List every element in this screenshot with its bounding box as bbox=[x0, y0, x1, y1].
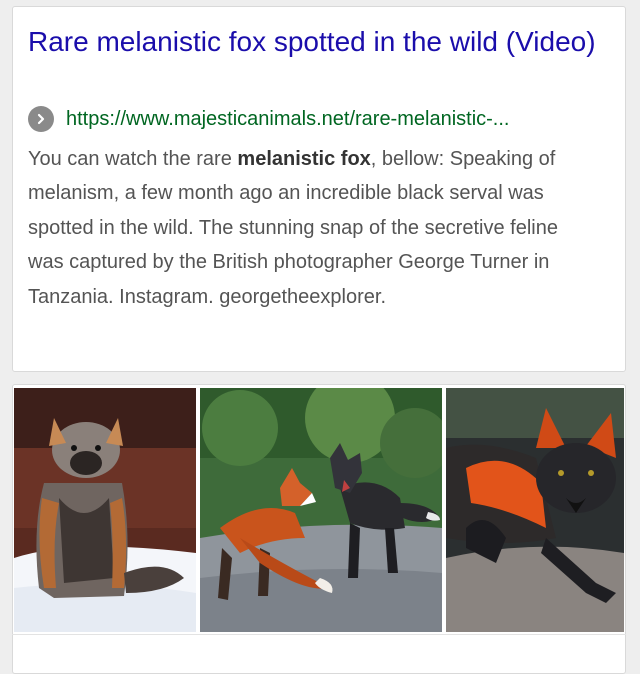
snippet-bold-term: melanistic fox bbox=[237, 148, 371, 170]
red-and-black-foxes-image[interactable] bbox=[200, 388, 442, 632]
chevron-right-icon[interactable] bbox=[28, 106, 54, 132]
result-url-row[interactable]: https://www.majesticanimals.net/rare-mel… bbox=[28, 106, 509, 132]
fox-in-snow-image[interactable] bbox=[14, 388, 196, 632]
image-results-strip bbox=[14, 388, 624, 632]
snippet-lead: You can watch the rare bbox=[28, 148, 238, 170]
card-divider bbox=[12, 634, 626, 635]
result-snippet: You can watch the rare melanistic fox, b… bbox=[28, 142, 598, 314]
result-title-link[interactable]: Rare melanistic fox spotted in the wild … bbox=[28, 24, 598, 59]
melanistic-fox-closeup-image[interactable] bbox=[446, 388, 624, 632]
snippet-rest: , bellow: Speaking of melanism, a few mo… bbox=[28, 148, 558, 308]
result-url[interactable]: https://www.majesticanimals.net/rare-mel… bbox=[66, 106, 509, 132]
